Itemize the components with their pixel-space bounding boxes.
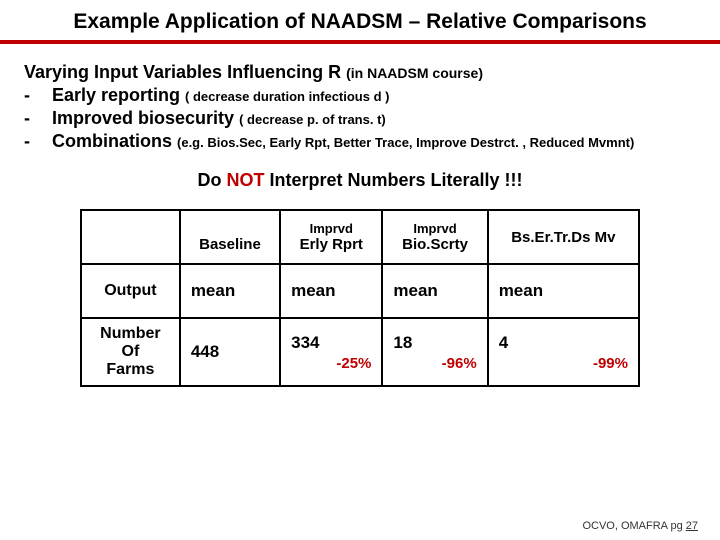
row-label-farms: Number Of Farms: [81, 318, 180, 386]
slide-title: Example Application of NAADSM – Relative…: [24, 10, 696, 38]
bullet-sub: (e.g. Bios.Sec, Early Rpt, Better Trace,…: [177, 135, 634, 150]
value: 334: [291, 333, 319, 352]
pct-change: -99%: [499, 355, 628, 372]
bullet-label: Early reporting: [52, 85, 180, 105]
section-heading-sub: (in NAADSM course): [346, 65, 483, 81]
instruction-post: Interpret Numbers Literally !!!: [269, 170, 522, 190]
row-label-output: Output: [81, 264, 180, 318]
cell-mean: mean: [382, 264, 487, 318]
col-top: Imprvd: [393, 221, 476, 236]
footer-text: OCVO, OMAFRA pg: [582, 520, 682, 532]
divider: [0, 40, 720, 44]
col-bot: Erly Rprt: [300, 236, 363, 253]
col-bot: Bio.Scrty: [402, 236, 468, 253]
header-blank: [81, 210, 180, 264]
value: 18: [393, 333, 412, 352]
section-heading: Varying Input Variables Influencing R: [24, 62, 341, 82]
cell-mean: mean: [180, 264, 280, 318]
header-combined: Bs.Er.Tr.Ds Mv: [488, 210, 639, 264]
col-top: Bs.Er.Tr.Ds: [511, 229, 590, 246]
bullet-early-reporting: -Early reporting ( decrease duration inf…: [24, 85, 696, 106]
instruction-line: Do NOT Interpret Numbers Literally !!!: [24, 170, 696, 191]
row-l2: Of: [122, 343, 140, 360]
col-label: Baseline: [199, 236, 261, 253]
bullet-label: Improved biosecurity: [52, 108, 234, 128]
table-row: Output mean mean mean mean: [81, 264, 639, 318]
header-bioscrty: Imprvd Bio.Scrty: [382, 210, 487, 264]
cell-mean: mean: [488, 264, 639, 318]
bullet-improved-biosecurity: -Improved biosecurity ( decrease p. of t…: [24, 108, 696, 129]
header-baseline: Baseline: [180, 210, 280, 264]
bullet-sub: ( decrease p. of trans. t): [239, 112, 386, 127]
pct-change: -25%: [291, 355, 371, 372]
bullet-sub: ( decrease duration infectious d ): [185, 89, 389, 104]
cell-early-report-value: 334 -25%: [280, 318, 382, 386]
bullet-label: Combinations: [52, 131, 172, 151]
row-l3: Farms: [106, 361, 154, 378]
footer: OCVO, OMAFRA pg 27: [582, 520, 698, 532]
pct-change: -96%: [393, 355, 476, 372]
header-early-report: Imprvd Erly Rprt: [280, 210, 382, 264]
cell-bioscrty-value: 18 -96%: [382, 318, 487, 386]
row-l1: Number: [100, 325, 160, 342]
table-header-row: Baseline Imprvd Erly Rprt Imprvd Bio.Scr…: [81, 210, 639, 264]
bullet-combinations: -Combinations (e.g. Bios.Sec, Early Rpt,…: [24, 131, 696, 152]
cell-mean: mean: [280, 264, 382, 318]
col-top: Imprvd: [291, 221, 371, 236]
instruction-not: NOT: [226, 170, 264, 190]
section-block: Varying Input Variables Influencing R (i…: [24, 62, 696, 152]
cell-baseline-value: 448: [180, 318, 280, 386]
cell-combined-value: 4 -99%: [488, 318, 639, 386]
comparison-table: Baseline Imprvd Erly Rprt Imprvd Bio.Scr…: [80, 209, 640, 387]
value: 4: [499, 333, 508, 352]
col-bot: Mv: [595, 229, 616, 246]
table-row: Number Of Farms 448 334 -25% 18 -96% 4 -…: [81, 318, 639, 386]
instruction-pre: Do: [197, 170, 221, 190]
page-number: 27: [686, 520, 698, 532]
